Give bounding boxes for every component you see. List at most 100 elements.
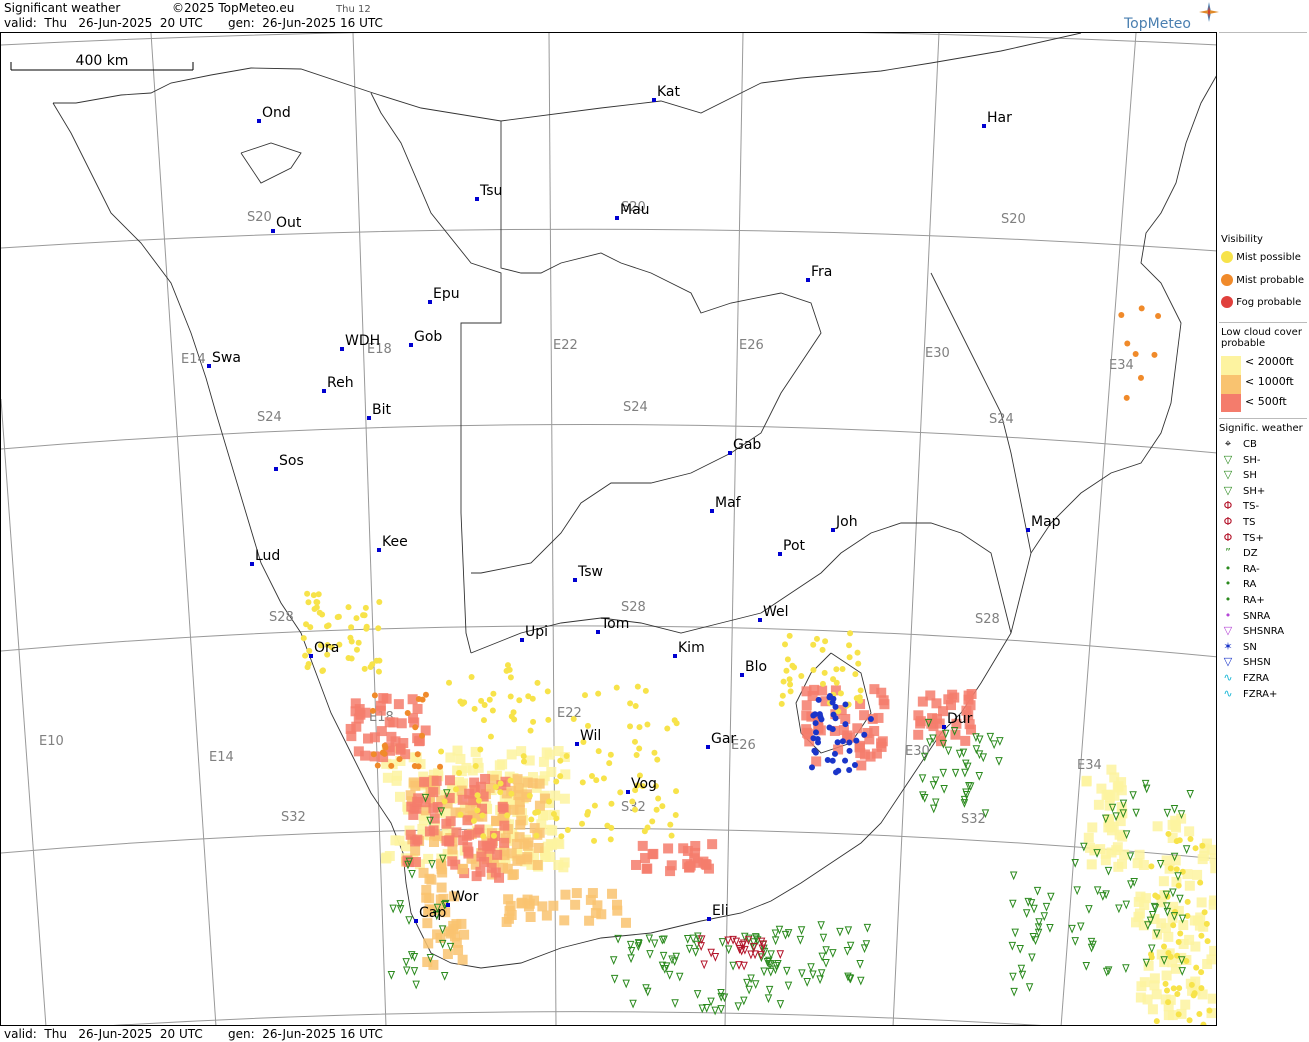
city-ond[interactable]: Ond bbox=[257, 105, 291, 123]
footer-generation-time: gen: 26-Jun-2025 16 UTC bbox=[228, 1027, 383, 1041]
city-gob[interactable]: Gob bbox=[409, 329, 442, 347]
city-mau[interactable]: Mau bbox=[615, 202, 650, 220]
cloud-cell bbox=[1210, 863, 1216, 874]
city-lud[interactable]: Lud bbox=[250, 548, 280, 566]
cloud-cell bbox=[648, 848, 659, 859]
city-kat[interactable]: Kat bbox=[652, 84, 681, 102]
cloud-cell bbox=[428, 787, 439, 798]
cloud-cell bbox=[1209, 945, 1216, 956]
legend-sigwx-dz: ” DZ bbox=[1221, 547, 1257, 560]
shower-symbol bbox=[627, 954, 635, 964]
city-dot-icon bbox=[615, 216, 619, 220]
mist-symbol bbox=[375, 625, 382, 632]
weather-map[interactable]: 400 km E10 E14 E14 E18 E18 E22 E22 E26 E26 E30 E30… bbox=[0, 32, 1217, 1026]
cloud-cell bbox=[559, 793, 570, 804]
city-sos[interactable]: Sos bbox=[274, 453, 304, 471]
cloud-cell bbox=[462, 815, 473, 826]
shower-symbol bbox=[1141, 779, 1150, 789]
mist-symbol bbox=[1173, 866, 1180, 873]
city-label: Ond bbox=[262, 105, 291, 121]
mist-symbol bbox=[480, 717, 487, 724]
city-map[interactable]: Map bbox=[1026, 514, 1061, 532]
mist-symbol bbox=[591, 837, 598, 844]
mist-symbol bbox=[834, 739, 841, 746]
city-vog[interactable]: Vog bbox=[626, 776, 657, 794]
city-eli[interactable]: Eli bbox=[707, 903, 729, 921]
mist-symbol bbox=[355, 639, 362, 646]
cloud-cell bbox=[431, 775, 442, 786]
city-blo[interactable]: Blo bbox=[740, 659, 767, 677]
city-maf[interactable]: Maf bbox=[710, 495, 742, 513]
city-dot-icon bbox=[942, 725, 946, 729]
city-fra[interactable]: Fra bbox=[806, 264, 832, 282]
city-kim[interactable]: Kim bbox=[673, 640, 705, 658]
city-cap[interactable]: Cap bbox=[414, 905, 446, 923]
mist-symbol bbox=[422, 691, 429, 698]
copyright: ©2025 TopMeteo.eu bbox=[172, 1, 295, 15]
mist-symbol bbox=[1174, 991, 1181, 998]
mist-symbol bbox=[362, 604, 369, 611]
city-reh[interactable]: Reh bbox=[322, 375, 354, 393]
city-dur[interactable]: Dur bbox=[942, 711, 973, 729]
city-tsu[interactable]: Tsu bbox=[475, 183, 502, 201]
product-title: Significant weather bbox=[4, 1, 121, 15]
mist-symbol bbox=[546, 798, 553, 805]
city-epu[interactable]: Epu bbox=[428, 286, 460, 304]
legend-sigwx-cb: ⌖ CB bbox=[1221, 438, 1257, 451]
mist-symbol bbox=[1192, 845, 1199, 852]
shower-symbol bbox=[659, 951, 668, 961]
city-label: Sos bbox=[279, 453, 304, 469]
mist-symbol bbox=[376, 657, 383, 664]
city-kee[interactable]: Kee bbox=[377, 534, 408, 552]
mist-symbol bbox=[846, 739, 853, 746]
city-dot-icon bbox=[673, 654, 677, 658]
mist-symbol bbox=[412, 724, 419, 731]
city-label: Swa bbox=[212, 350, 241, 366]
cloud-cell bbox=[494, 872, 505, 883]
city-tom[interactable]: Tom bbox=[596, 616, 629, 634]
cloud-cell bbox=[1184, 880, 1195, 891]
city-ora[interactable]: Ora bbox=[309, 640, 339, 658]
city-gab[interactable]: Gab bbox=[728, 437, 761, 455]
mist-symbol bbox=[497, 789, 504, 796]
mist-probable-icon bbox=[1221, 274, 1233, 286]
shower-symbol bbox=[683, 934, 692, 944]
city-har[interactable]: Har bbox=[982, 110, 1012, 128]
cloud-cell bbox=[665, 866, 676, 877]
city-pot[interactable]: Pot bbox=[778, 538, 806, 556]
city-out[interactable]: Out bbox=[271, 215, 302, 233]
mist-symbol bbox=[1165, 999, 1172, 1006]
mist-symbol bbox=[649, 818, 656, 825]
legend-mist-possible: Mist possible bbox=[1221, 251, 1301, 264]
city-upi[interactable]: Upi bbox=[520, 624, 548, 642]
shower-symbol bbox=[700, 960, 708, 970]
brand-logo: TopMeteo bbox=[1124, 16, 1191, 32]
city-joh[interactable]: Joh bbox=[831, 514, 858, 532]
cloud-cell bbox=[513, 790, 524, 801]
legend-sigwx-ts-minus: Φ TS- bbox=[1221, 500, 1259, 513]
city-wdh[interactable]: WDH bbox=[340, 333, 380, 351]
cloud-cell bbox=[517, 897, 528, 908]
mist-symbol bbox=[1170, 985, 1177, 992]
cloud-cell bbox=[642, 863, 653, 874]
city-tsw[interactable]: Tsw bbox=[573, 564, 603, 582]
shower-symbol bbox=[972, 745, 981, 755]
city-bit[interactable]: Bit bbox=[367, 402, 391, 420]
parallel-label: S24 bbox=[623, 400, 648, 415]
mist-symbol bbox=[319, 611, 326, 618]
shower-symbol bbox=[1011, 928, 1019, 938]
cloud-cell bbox=[503, 894, 514, 905]
city-wel[interactable]: Wel bbox=[758, 604, 789, 622]
city-gar[interactable]: Gar bbox=[706, 731, 736, 749]
city-label: Har bbox=[987, 110, 1012, 126]
mist-symbol bbox=[1187, 836, 1194, 843]
mist-symbol bbox=[579, 779, 586, 786]
cloud-cell bbox=[801, 686, 812, 697]
city-wil[interactable]: Wil bbox=[575, 728, 601, 746]
city-wor[interactable]: Wor bbox=[446, 889, 479, 907]
city-swa[interactable]: Swa bbox=[207, 350, 241, 368]
mist-symbol bbox=[1148, 863, 1155, 870]
mist-symbol bbox=[1162, 980, 1169, 987]
cloud-cell bbox=[963, 694, 974, 705]
mist-symbol bbox=[831, 750, 838, 757]
